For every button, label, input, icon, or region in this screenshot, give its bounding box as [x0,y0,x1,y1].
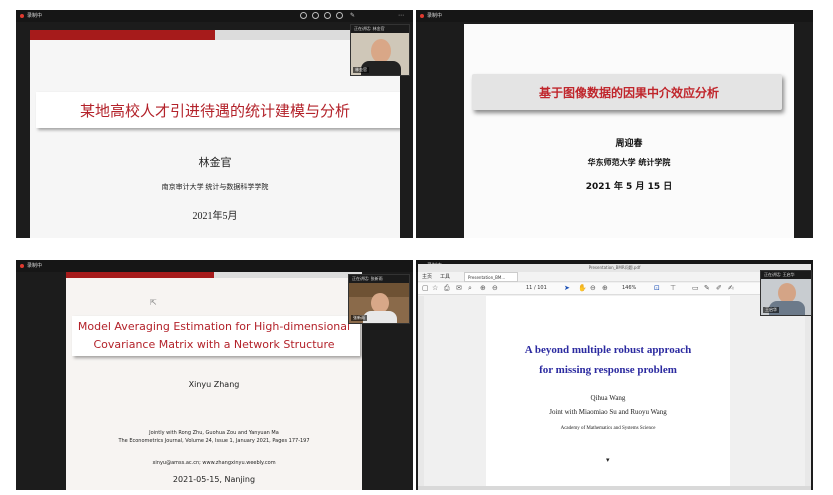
page-indicator[interactable]: 11 / 101 [526,285,547,291]
mouse-cursor-icon: ▾ [606,456,610,464]
pdf-page: A beyond multiple robust approach for mi… [486,296,730,490]
slide-title-line2: Covariance Matrix with a Network Structu… [93,338,335,351]
search-icon[interactable]: ⌕ [468,284,472,293]
slide-joint: Joint with Miaomiao Su and Ruoyu Wang [549,408,667,416]
speaker-video-bar: 正在讲话: 张新雨 [349,275,409,283]
pdf-reader-window: Presentation_BMR问题.pdf 主页 工具 Presentatio… [418,264,811,490]
slide-title-line1: A beyond multiple robust approach [524,344,692,356]
slide-affiliation: 南京审计大学 统计与数据科学学院 [161,183,269,191]
pen-icon[interactable]: ✎ [704,284,710,292]
zoom-out-icon[interactable]: ⊖ [590,284,596,292]
slide-contact: xinyu@amss.ac.cn; www.zhangxinyu.weebly.… [152,460,276,466]
cursor-icon[interactable]: ➤ [564,284,570,292]
speaker-name: 张新雨 [351,315,367,321]
edit-icon[interactable]: ✎ [350,10,355,22]
slide-header-bar-right [214,272,362,278]
pin-icon[interactable]: ⊤ [670,284,676,292]
slide: ⇱ Model Averaging Estimation for High-di… [66,272,362,490]
document-tab[interactable]: Presentation_BM... [464,272,518,282]
slide-date: 2021-05-15, Nanjing [172,475,256,484]
meeting-panel-3: 录制中 ⇱ Model Averaging Estimation for Hig… [16,260,413,490]
save-icon[interactable]: ▢ [422,284,429,292]
slide-title-line1: Model Averaging Estimation for High-dime… [77,320,351,333]
slide-affiliation: 华东师范大学 统计学院 [587,158,671,167]
recording-label: 录制中 [27,263,43,269]
info-icon[interactable] [336,12,343,19]
meeting-panel-4: 录制中 Presentation_BMR问题.pdf 主页 工具 Present… [416,260,813,490]
mail-icon[interactable]: ✉ [456,284,462,292]
slide-journal: The Econometrics Journal, Volume 24, Iss… [118,438,310,444]
speaker-video[interactable]: 正在讲话: 张新雨 张新雨 [348,274,410,324]
print-icon[interactable]: ⎙ [444,284,450,293]
speaker-face [778,283,796,303]
zoom-in-icon[interactable]: ⊕ [602,284,608,292]
slide-author: 周迎春 [615,139,643,149]
slide-author: Xinyu Zhang [188,380,240,389]
speaker-video-bar: 正在讲话: 林金官 [351,25,409,33]
prev-page-icon[interactable]: ⊕ [480,284,486,292]
record-dot-icon [20,14,24,18]
speaker-name: 王启华 [763,307,779,313]
slide: 某地高校人才引进待遇的统计建模与分析 林金官 南京审计大学 统计与数据科学学院 … [30,30,400,238]
search-icon[interactable] [324,12,331,19]
slide-date: 2021年5月 [192,211,238,222]
zoom-level[interactable]: 146% [622,285,636,291]
slide-header-bar [66,272,214,278]
window-titlebar: Presentation_BMR问题.pdf [418,264,811,272]
menu-tools[interactable]: 工具 [440,273,450,280]
hand-icon[interactable]: ✋ [578,284,587,292]
slide-date: 2021 年 5 月 15 日 [585,182,673,192]
slide-title: 基于图像数据的因果中介效应分析 [538,86,719,100]
slide-author: 林金官 [198,157,232,169]
left-panel-toggle[interactable] [418,296,424,490]
slide-header-bar [30,30,215,40]
speaker-face [371,39,391,63]
record-dot-icon [420,14,424,18]
speaker-video[interactable]: 正在讲话: 林金官 林金官 [350,24,410,76]
speaker-video-bar: 正在讲话: 王启华 [761,271,811,279]
speaker-face [371,293,389,313]
meeting-panel-1: 录制中 ✎ ⋯ 某地高校人才引进待遇的统计建模与分析 林金官 南京审计大学 统计… [16,10,413,238]
speaker-name: 林金官 [353,67,369,73]
speaker-body [363,311,397,323]
fit-page-icon[interactable]: ⊡ [654,284,660,292]
more-icon[interactable]: ⋯ [398,10,404,22]
menu-home[interactable]: 主页 [422,273,432,280]
recording-label: 录制中 [27,13,43,19]
horizontal-scrollbar[interactable] [418,486,811,490]
slide: 基于图像数据的因果中介效应分析 周迎春 华东师范大学 统计学院 2021 年 5… [464,24,794,238]
slide-title-line2: for missing response problem [539,364,677,376]
meeting-topbar: 录制中 [416,10,813,22]
record-dot-icon [20,264,24,268]
next-page-icon[interactable]: ⊖ [492,284,498,292]
pdf-toolbar: ▢ ☆ ⎙ ✉ ⌕ ⊕ ⊖ 11 / 101 ➤ ✋ ⊖ ⊕ 146% ⊡ ⊤ … [418,283,811,295]
slide-jointly: Jointly with Rong Zhu, Guohua Zou and Ya… [149,430,279,436]
zoom-out-icon[interactable] [312,12,319,19]
speaker-video[interactable]: 正在讲话: 王启华 王启华 [760,270,812,316]
mouse-cursor-icon: ⇱ [150,298,157,307]
highlight-icon[interactable]: ✐ [716,284,722,292]
slide-title: 某地高校人才引进待遇的统计建模与分析 [79,104,350,120]
right-panel-toggle[interactable] [805,296,811,490]
meeting-topbar: 录制中 ✎ ⋯ [16,10,413,22]
slide-author: Qihua Wang [590,394,626,402]
menu-bar: 主页 工具 Presentation_BM... [418,272,811,282]
comment-icon[interactable]: ▭ [692,284,699,292]
sign-icon[interactable]: ✍ [728,284,734,292]
recording-label: 录制中 [427,13,443,19]
meeting-topbar: 录制中 [16,260,413,272]
star-icon[interactable]: ☆ [432,284,438,292]
slide-affiliation: Academy of Mathematics and Systems Scien… [560,426,656,431]
zoom-in-icon[interactable] [300,12,307,19]
meeting-panel-2: 录制中 基于图像数据的因果中介效应分析 周迎春 华东师范大学 统计学院 2021… [416,10,813,238]
